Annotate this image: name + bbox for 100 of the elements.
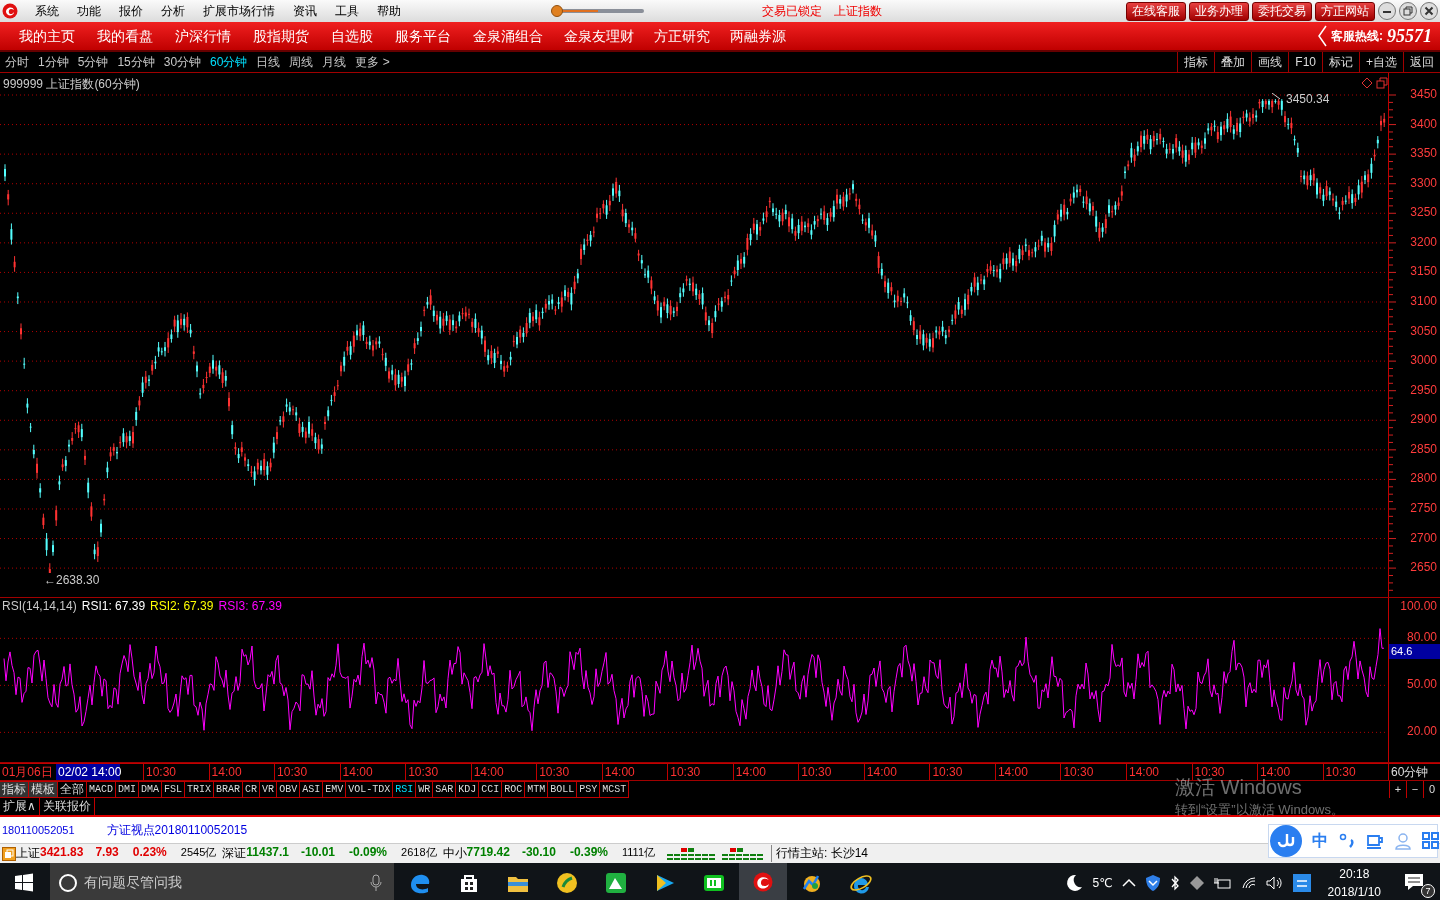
shield-icon[interactable]: [1144, 874, 1161, 892]
wifi-icon[interactable]: [1240, 876, 1257, 890]
hotline-label: 客服热线:: [1331, 27, 1383, 45]
period-tab[interactable]: 15分钟: [117, 53, 155, 71]
period-tab[interactable]: 60分钟: [210, 53, 248, 71]
menu-item[interactable]: 报价: [110, 0, 152, 22]
axis-label: 3150: [1410, 264, 1437, 279]
period-tab[interactable]: 5分钟: [77, 53, 109, 71]
nav-item[interactable]: 服务平台: [384, 22, 462, 50]
cup-icon[interactable]: [1366, 832, 1384, 850]
indicator-tab[interactable]: VOL-TDX: [346, 781, 394, 798]
indicator-tab[interactable]: SAR: [433, 781, 457, 798]
toolbar-button[interactable]: F10: [1288, 52, 1322, 72]
news-link[interactable]: 180110052051: [2, 824, 75, 836]
indicator-tab[interactable]: 模板: [29, 781, 58, 798]
window-icon[interactable]: [2, 846, 16, 861]
index-price: 11437.1: [246, 845, 289, 861]
period-tab[interactable]: 分时: [5, 53, 29, 71]
news-link[interactable]: 方证视点20180110052015: [106, 821, 248, 839]
minimize-button[interactable]: [1378, 2, 1396, 20]
nav-item[interactable]: 我的主页: [8, 22, 86, 50]
menu-item[interactable]: 系统: [26, 0, 68, 22]
input-mode-toggle[interactable]: 中: [1312, 830, 1328, 852]
diamond-icon[interactable]: [1188, 875, 1205, 891]
menu-button[interactable]: 业务办理: [1189, 1, 1249, 21]
keyboard-icon[interactable]: [1292, 874, 1311, 892]
zoom-button[interactable]: −: [1406, 781, 1423, 798]
nav-item[interactable]: 我的看盘: [86, 22, 164, 50]
swirl-logo-icon[interactable]: [739, 863, 787, 900]
menu-button[interactable]: 在线客服: [1126, 1, 1186, 21]
window-icon[interactable]: [1376, 77, 1388, 89]
menu-item[interactable]: 扩展市场行情: [194, 0, 284, 22]
nav-item[interactable]: 两融券源: [720, 22, 796, 50]
menu-button[interactable]: 方正网站: [1315, 1, 1375, 21]
indicator-tab[interactable]: FSL: [162, 781, 186, 798]
menu-item[interactable]: 工具: [326, 0, 368, 22]
indicator-tab[interactable]: TRIX: [185, 781, 215, 798]
toolbar-button[interactable]: 画线: [1251, 52, 1289, 72]
indicator-tab[interactable]: RSI: [393, 781, 417, 798]
toolbar-button[interactable]: 返回: [1403, 52, 1440, 72]
notification-icon[interactable]: [1404, 873, 1426, 893]
paw-logo-icon[interactable]: [1270, 825, 1302, 857]
slider-control[interactable]: [550, 5, 646, 17]
panel-tab[interactable]: 扩展∧: [0, 798, 40, 815]
period-tab[interactable]: 1分钟: [38, 53, 69, 71]
period-tab[interactable]: 日线: [256, 53, 281, 71]
indicator-tab[interactable]: WR: [416, 781, 434, 798]
axis-label: 3250: [1410, 205, 1437, 220]
indicator-tab[interactable]: DMI: [116, 781, 140, 798]
indicator-tab[interactable]: BRAR: [214, 781, 244, 798]
indicator-tab[interactable]: MCST: [600, 781, 630, 798]
axis-label: 2750: [1410, 500, 1437, 515]
indicator-tab[interactable]: KDJ: [456, 781, 480, 798]
zoom-button[interactable]: +: [1389, 781, 1406, 798]
nav-item[interactable]: 金泉涌组合: [462, 22, 554, 50]
punctuation-icon[interactable]: [1338, 832, 1356, 850]
diamond-icon[interactable]: [1361, 77, 1373, 89]
indicator-tab[interactable]: BOLL: [548, 781, 578, 798]
toolbar-button[interactable]: +自选: [1359, 52, 1403, 72]
period-tab[interactable]: 更多 >: [355, 53, 390, 71]
menu-item[interactable]: 资讯: [284, 0, 326, 22]
panel-tab[interactable]: 关联报价: [39, 798, 95, 815]
indicator-tab[interactable]: OBV: [277, 781, 301, 798]
menu-item[interactable]: 帮助: [368, 0, 410, 22]
chevron-up-icon[interactable]: [1121, 878, 1136, 888]
indicator-tab[interactable]: CR: [243, 781, 261, 798]
nav-item[interactable]: 股指期货: [242, 22, 320, 50]
bluetooth-icon[interactable]: [1169, 875, 1180, 891]
indicator-tab[interactable]: MACD: [87, 781, 116, 798]
indicator-tab[interactable]: 全部: [58, 781, 87, 798]
toolbar-button[interactable]: 叠加: [1214, 52, 1252, 72]
menu-item[interactable]: 分析: [152, 0, 194, 22]
indicator-tab[interactable]: MTM: [525, 781, 549, 798]
indicator-tab[interactable]: PSY: [577, 781, 601, 798]
nav-item[interactable]: 自选股: [320, 22, 384, 50]
volume-icon[interactable]: [1265, 876, 1284, 890]
indicator-tab[interactable]: DMA: [139, 781, 163, 798]
nav-item[interactable]: 方正研究: [644, 22, 720, 50]
nav-item[interactable]: 金泉友理财: [554, 22, 644, 50]
indicator-tab[interactable]: ROC: [502, 781, 526, 798]
indicator-tab[interactable]: 指标: [0, 781, 29, 798]
period-tab[interactable]: 月线: [322, 53, 347, 71]
close-button[interactable]: [1420, 2, 1438, 20]
restore-button[interactable]: [1399, 2, 1417, 20]
toolbar-button[interactable]: 指标: [1177, 52, 1215, 72]
toolbar-button[interactable]: 标记: [1322, 52, 1359, 72]
indicator-tab[interactable]: VR: [260, 781, 278, 798]
indicator-tab[interactable]: CCI: [479, 781, 503, 798]
zoom-button[interactable]: 0: [1423, 781, 1440, 798]
period-tab[interactable]: 周线: [289, 53, 314, 71]
search-field[interactable]: 有问题尽管问我: [50, 863, 394, 900]
indicator-tab[interactable]: ASI: [300, 781, 324, 798]
grid-icon[interactable]: [1422, 832, 1440, 850]
menu-button[interactable]: 委托交易: [1252, 1, 1312, 21]
indicator-tab[interactable]: EMV: [323, 781, 347, 798]
battery-icon[interactable]: [1213, 876, 1232, 890]
nav-item[interactable]: 沪深行情: [164, 22, 242, 50]
menu-item[interactable]: 功能: [68, 0, 110, 22]
windows-start-icon[interactable]: [14, 873, 34, 893]
period-tab[interactable]: 30分钟: [163, 53, 202, 71]
